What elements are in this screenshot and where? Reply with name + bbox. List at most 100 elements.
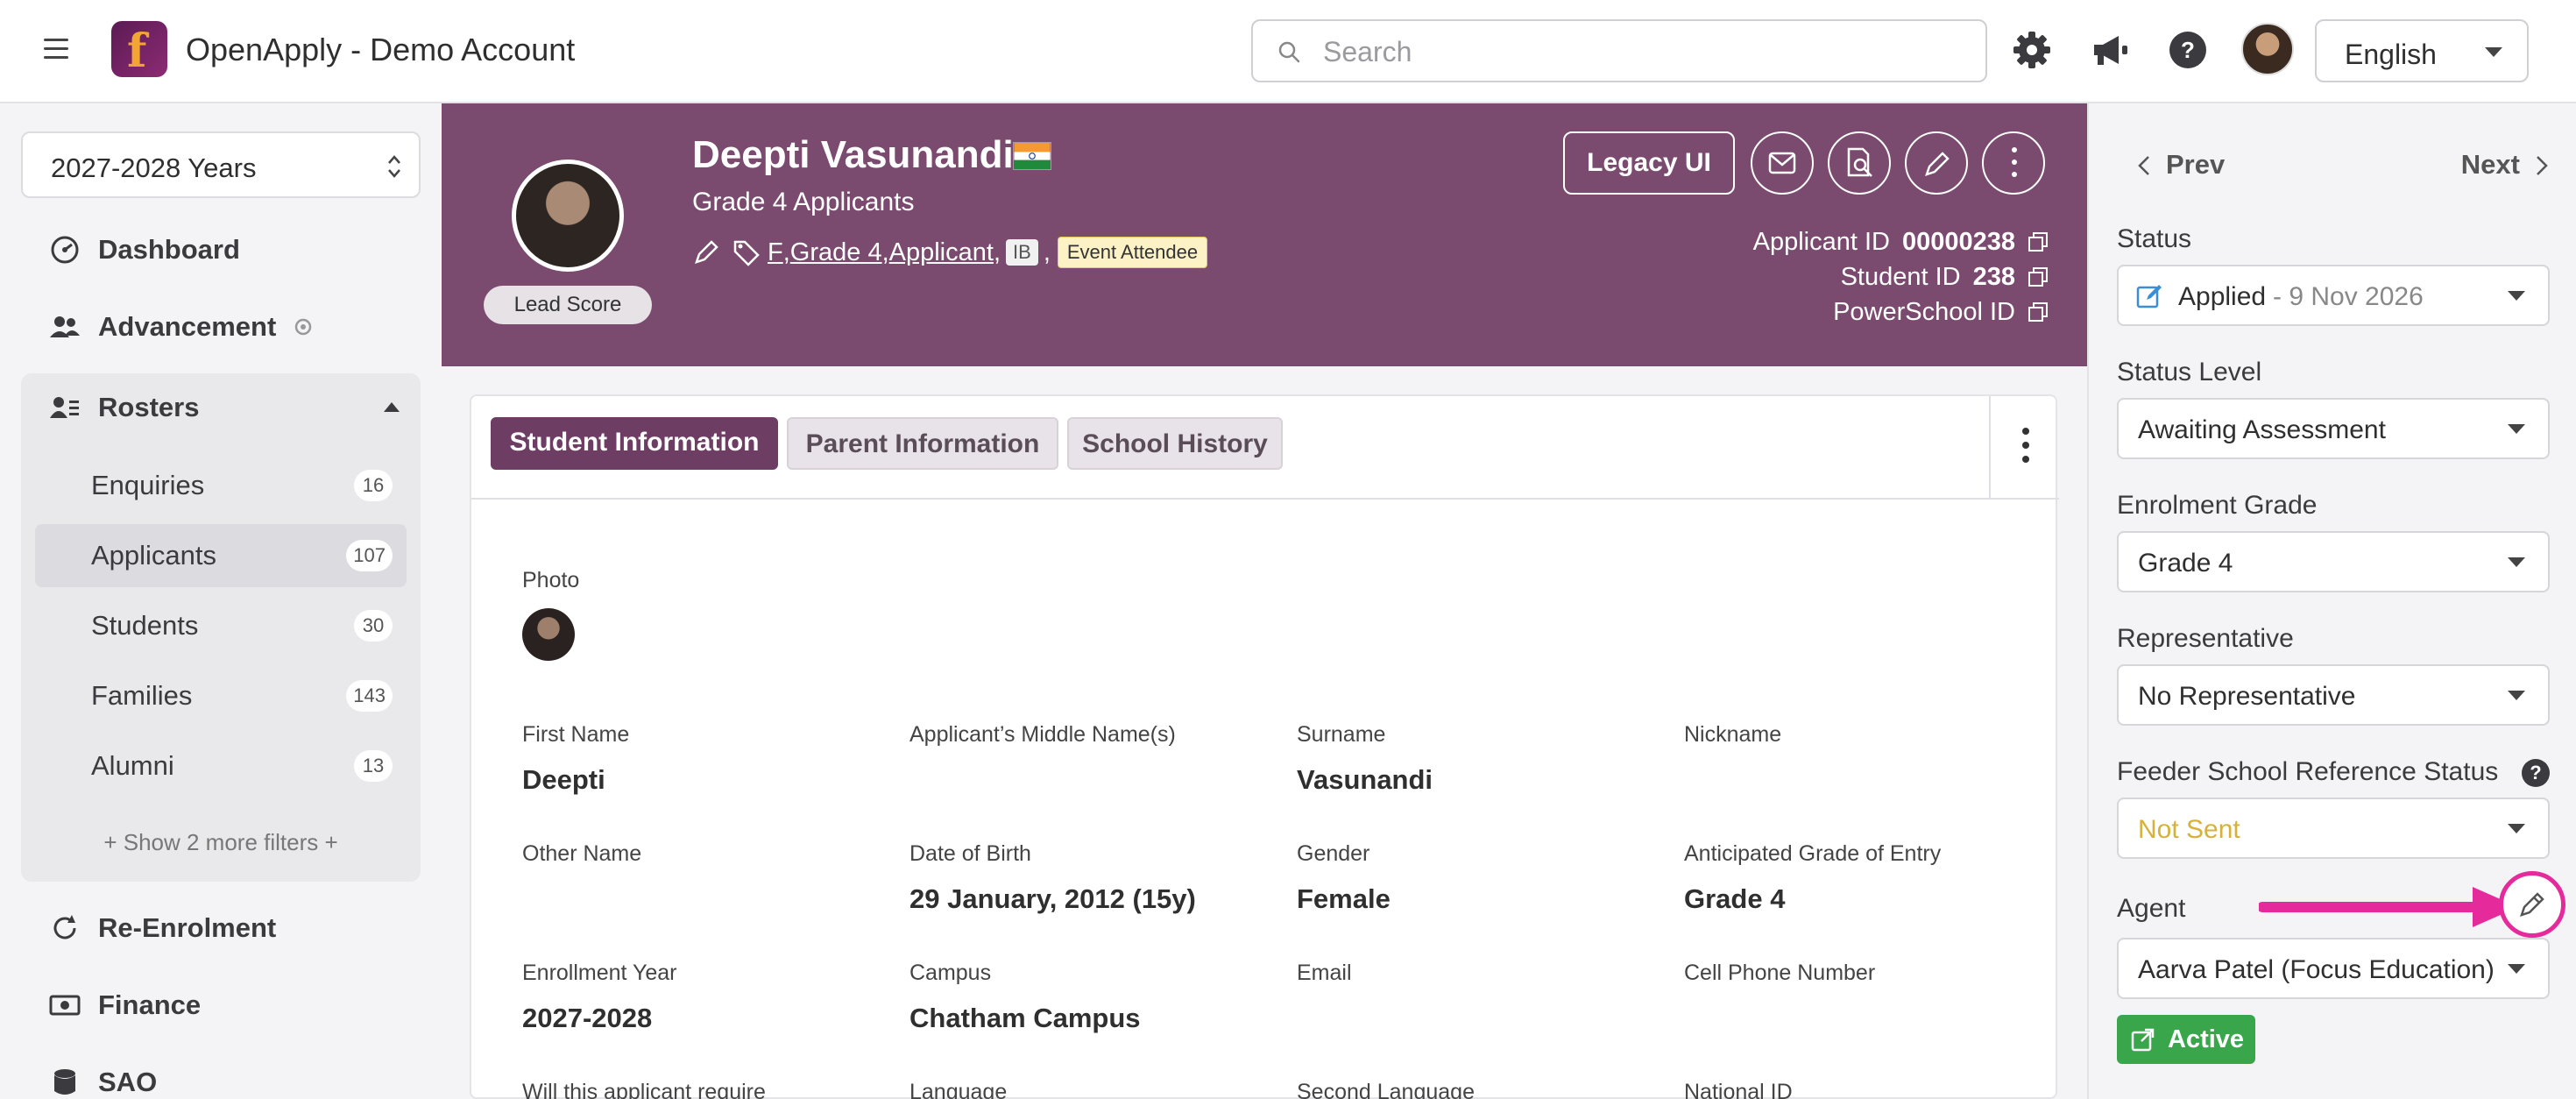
search-box[interactable] [1251, 19, 1987, 82]
count-badge: 16 [354, 470, 393, 501]
chevron-right-icon [2537, 156, 2548, 175]
legacy-ui-button[interactable]: Legacy UI [1563, 131, 1735, 195]
tag-separator: , [782, 238, 790, 266]
tag-grade[interactable]: Grade 4 [790, 238, 882, 267]
next-label: Next [2460, 149, 2520, 180]
tag-f[interactable]: F [768, 238, 783, 267]
year-select[interactable]: 2027-2028 Years [21, 131, 421, 198]
photo-label: Photo [522, 568, 580, 592]
lead-score-badge[interactable]: Lead Score [484, 286, 652, 324]
sidebar-item-label: SAO [98, 1067, 158, 1097]
applicant-tags: F, Grade 4, Applicant, IB, Event Attende… [692, 235, 1208, 270]
copy-icon[interactable] [2028, 266, 2049, 287]
tab-school-history[interactable]: School History [1067, 417, 1283, 470]
enrollment-year-label: Enrollment Year [522, 961, 677, 985]
agent-value: Aarva Patel (Focus Education) [2138, 955, 2495, 984]
prev-label: Prev [2166, 149, 2226, 180]
applicant-subtitle: Grade 4 Applicants [692, 188, 915, 216]
sidebar-item-advancement[interactable]: Advancement [49, 305, 315, 349]
national-id-label: National ID [1684, 1080, 1793, 1099]
status-level-select[interactable]: Awaiting Assessment [2117, 398, 2550, 459]
status-select[interactable]: Applied - 9 Nov 2026 [2117, 265, 2550, 326]
roster-item-enquiries[interactable]: Enquiries 16 [35, 454, 407, 517]
search-input[interactable] [1323, 35, 1954, 68]
updown-icon [388, 155, 400, 178]
megaphone-icon[interactable] [2089, 28, 2133, 72]
refresh-icon [53, 915, 76, 939]
menu-icon[interactable] [44, 39, 68, 63]
gender-label: Gender [1297, 841, 1370, 866]
representative-label: Representative [2117, 624, 2294, 653]
pencil-icon[interactable] [692, 238, 720, 266]
roster-item-alumni[interactable]: Alumni 13 [35, 734, 407, 798]
app-logo[interactable] [111, 21, 167, 78]
language-label: Language [909, 1080, 1008, 1099]
roster-label: Alumni [91, 750, 174, 781]
roster-item-applicants[interactable]: Applicants 107 [35, 524, 407, 587]
status-level-label: Status Level [2117, 358, 2262, 386]
count-badge: 107 [346, 540, 393, 571]
feeder-select[interactable]: Not Sent [2117, 798, 2550, 859]
tab-more-button[interactable] [1989, 396, 2059, 500]
tab-student-information[interactable]: Student Information [491, 417, 778, 470]
chevron-up-icon[interactable] [382, 400, 401, 414]
tag-ib[interactable]: IB [1006, 239, 1038, 266]
more-actions-button[interactable] [1982, 131, 2045, 195]
student-photo[interactable] [522, 608, 575, 661]
sidebar-item-sao[interactable]: SAO [49, 1060, 157, 1099]
tag-type[interactable]: Applicant [889, 238, 994, 267]
envelope-icon [1768, 152, 1796, 174]
applicant-avatar[interactable] [512, 160, 624, 272]
edit-button[interactable] [1905, 131, 1968, 195]
status-date: - 9 Nov 2026 [2273, 282, 2424, 311]
count-badge: 13 [354, 750, 393, 782]
agent-edit-button[interactable] [2499, 871, 2565, 938]
tag-event-attendee[interactable]: Event Attendee [1057, 237, 1208, 268]
language-select[interactable]: English [2315, 19, 2529, 82]
help-icon[interactable]: ? [2522, 759, 2550, 787]
active-label: Active [2168, 1025, 2245, 1053]
applicant-header: Lead Score Deepti Vasunandi Grade 4 Appl… [442, 103, 2087, 366]
agent-select[interactable]: Aarva Patel (Focus Education) [2117, 938, 2550, 999]
campus-label: Campus [909, 961, 992, 985]
show-more-filters-link[interactable]: + Show 2 more filters + [21, 829, 421, 856]
count-badge: 30 [354, 610, 393, 642]
enrolment-grade-select[interactable]: Grade 4 [2117, 531, 2550, 592]
chevron-down-icon [2508, 824, 2525, 833]
student-info-card: Student Information Parent Information S… [470, 394, 2059, 1099]
agent-label: Agent [2117, 894, 2186, 923]
email-button[interactable] [1751, 131, 1814, 195]
sidebar-item-dashboard[interactable]: Dashboard [49, 228, 240, 272]
prev-button[interactable]: Prev [2136, 149, 2225, 181]
database-icon [54, 1069, 75, 1095]
rosters-group: Rosters Enquiries 16 Applicants 107 Stud… [21, 373, 421, 882]
sidebar-item-rosters[interactable]: Rosters [49, 386, 199, 429]
sidebar-item-finance[interactable]: Finance [49, 983, 201, 1027]
top-bar: OpenApply - Demo Account ? English [0, 0, 2576, 103]
kebab-icon [2012, 147, 2017, 177]
settings-icon[interactable] [292, 316, 315, 338]
copy-icon[interactable] [2028, 231, 2049, 252]
help-icon[interactable]: ? [2166, 28, 2210, 72]
representative-select[interactable]: No Representative [2117, 664, 2550, 726]
user-avatar[interactable] [2241, 23, 2294, 75]
gear-icon[interactable] [2010, 28, 2054, 72]
roster-label: Families [91, 680, 193, 711]
language-label: English [2345, 39, 2437, 70]
roster-item-students[interactable]: Students 30 [35, 594, 407, 657]
applicant-id-value: 00000238 [1901, 228, 2015, 256]
status-value: Applied [2178, 282, 2267, 311]
next-button[interactable]: Next [2461, 149, 2550, 181]
view-document-button[interactable] [1828, 131, 1891, 195]
tab-parent-information[interactable]: Parent Information [787, 417, 1058, 470]
active-button[interactable]: Active [2117, 1015, 2255, 1064]
sidebar-item-label: Dashboard [98, 234, 240, 265]
sidebar-item-re-enrolment[interactable]: Re-Enrolment [49, 906, 276, 950]
chevron-down-icon [2508, 964, 2525, 974]
powerschool-id-label: PowerSchool ID [1833, 298, 2015, 326]
chevron-down-icon [2508, 291, 2525, 301]
chevron-down-icon [2508, 424, 2525, 434]
roster-item-families[interactable]: Families 143 [35, 664, 407, 727]
copy-icon[interactable] [2028, 301, 2049, 323]
count-badge: 143 [346, 680, 393, 712]
